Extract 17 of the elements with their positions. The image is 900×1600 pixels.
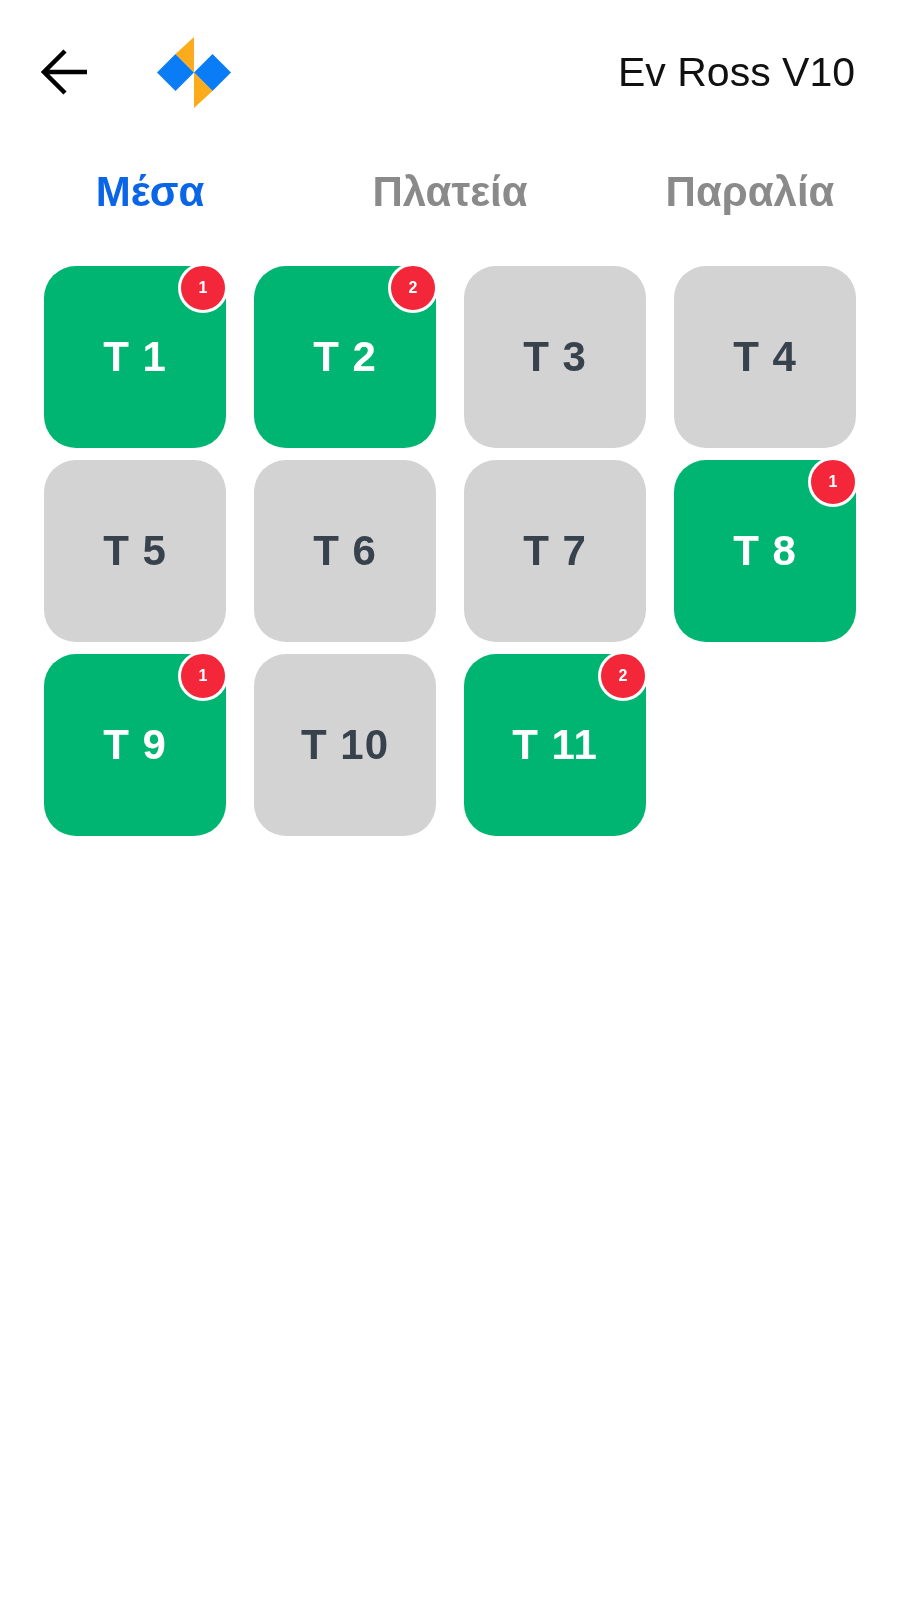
- count-badge: 2: [388, 263, 438, 313]
- table-tile[interactable]: T 5: [44, 460, 226, 642]
- tab[interactable]: Μέσα: [95, 168, 205, 216]
- table-tile[interactable]: T 3: [464, 266, 646, 448]
- count-badge: 1: [178, 651, 228, 701]
- back-icon[interactable]: [41, 49, 89, 95]
- table-tile[interactable]: T 10: [254, 654, 436, 836]
- count-badge: 2: [598, 651, 648, 701]
- count-badge: 1: [808, 457, 858, 507]
- count-badge: 1: [178, 263, 228, 313]
- tab[interactable]: Παραλία: [665, 168, 835, 216]
- logo-icon: [157, 36, 231, 108]
- table-tile[interactable]: T 4: [674, 266, 856, 448]
- table-tile[interactable]: T 6: [254, 460, 436, 642]
- app-title: Ev Ross V10: [618, 48, 855, 96]
- tab[interactable]: Πλατεία: [372, 168, 528, 216]
- table-tile[interactable]: T 7: [464, 460, 646, 642]
